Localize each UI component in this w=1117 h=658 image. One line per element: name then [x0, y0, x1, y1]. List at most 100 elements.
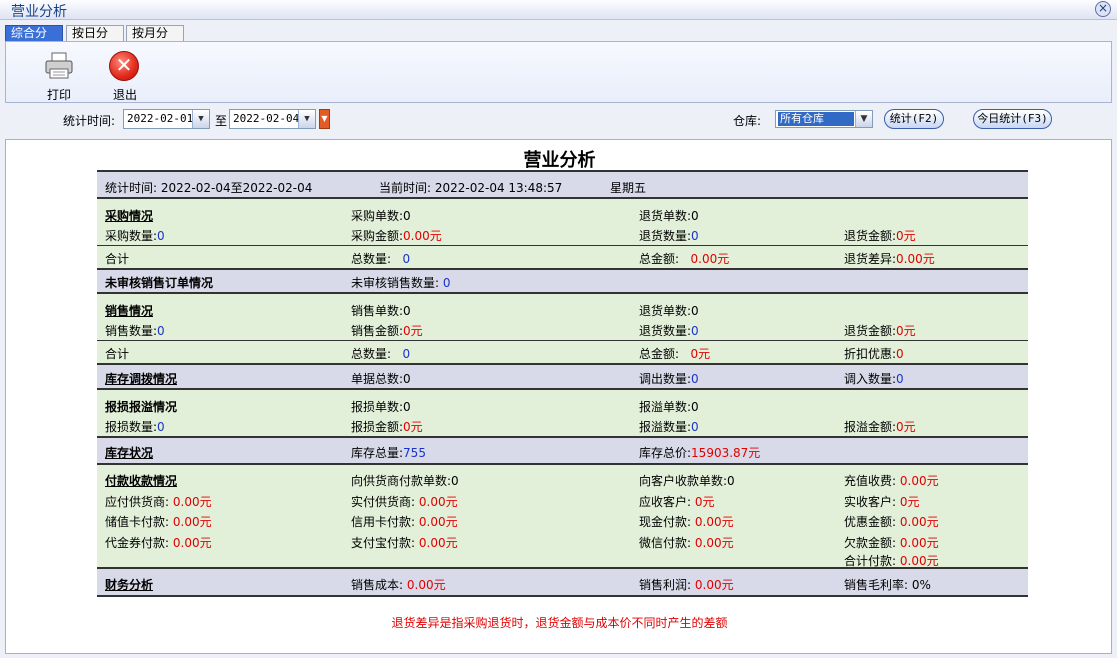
text: 0	[403, 304, 411, 318]
list-item: 退货金额:0元	[844, 322, 916, 339]
to-label: 至	[215, 114, 228, 128]
text: 应收客户:	[639, 495, 692, 509]
list-item: 销售毛利率: 0%	[844, 576, 931, 593]
text: 0元	[896, 324, 916, 338]
stock-section: 库存状况 库存总量:755 库存总价:15903.87元	[97, 438, 1028, 465]
close-icon[interactable]: ×	[1095, 1, 1111, 17]
text: 退货单数:	[639, 209, 692, 223]
date-to-picker[interactable]: 2022-02-04 ▼	[229, 109, 316, 129]
exit-icon: ✕	[109, 51, 139, 81]
text: 0元	[690, 347, 711, 361]
list-item: 采购单数:0	[351, 207, 411, 224]
text: 0.00元	[899, 474, 939, 488]
text: 0元	[896, 229, 916, 243]
date-extra-button[interactable]: ▼	[319, 109, 330, 129]
text: 总数量:	[351, 347, 392, 361]
tab-monthly[interactable]: 按月分析	[126, 25, 184, 55]
weekday-text: 星期五	[610, 181, 647, 195]
list-item: 退货单数:0	[639, 207, 699, 224]
print-button[interactable]: 打印	[34, 48, 84, 102]
exit-button[interactable]: ✕ 退出	[100, 48, 150, 102]
total-label: 合计	[105, 347, 130, 361]
list-item: 微信付款: 0.00元	[639, 534, 734, 551]
report-panel: 营业分析 统计时间: 2022-02-04至2022-02-04 当前时间: 2…	[5, 139, 1112, 654]
text: 0.00元	[172, 515, 212, 529]
text: 充值收费:	[844, 474, 897, 488]
tab-comprehensive[interactable]: 综合分析	[5, 25, 63, 55]
text: 0%	[911, 578, 931, 592]
list-item: 实付供货商: 0.00元	[351, 493, 458, 510]
list-item: 报损单数:0	[351, 398, 411, 415]
list-item: 销售成本: 0.00元	[351, 576, 446, 593]
text: 未审核销售数量:	[351, 276, 440, 290]
text: 0.00元	[690, 252, 730, 266]
tab-daily[interactable]: 按日分析	[66, 25, 124, 55]
text: 0.00元	[896, 252, 935, 266]
purchase-section: 采购情况 采购单数:0 退货单数:0 采购数量:0 采购金额:0.00元 退货数…	[97, 199, 1028, 246]
text: 退货数量:	[639, 324, 692, 338]
text: 0元	[403, 420, 423, 434]
list-item: 报溢单数:0	[639, 398, 699, 415]
text: 0元	[899, 495, 920, 509]
list-item: 调出数量:0	[639, 370, 699, 387]
text: 0.00元	[899, 554, 939, 568]
text: 欠款金额:	[844, 536, 897, 550]
list-item: 销售金额:0元	[351, 322, 423, 339]
list-item: 合计付款: 0.00元	[844, 552, 939, 569]
list-item: 储值卡付款: 0.00元	[105, 513, 212, 530]
text: 库存总价:	[639, 446, 692, 460]
warehouse-value: 所有仓库	[778, 112, 854, 126]
chevron-down-icon[interactable]: ▼	[298, 110, 315, 128]
text: 0	[451, 474, 459, 488]
text: 总数量:	[351, 252, 392, 266]
text: 优惠金额:	[844, 515, 897, 529]
list-item: 现金付款: 0.00元	[639, 513, 734, 530]
payment-section: 付款收款情况 向供货商付款单数:0 向客户收款单数:0 充值收费: 0.00元 …	[97, 465, 1028, 569]
list-item: 销售利润: 0.00元	[639, 576, 734, 593]
text: 15903.87元	[691, 446, 761, 460]
list-item: 报损金额:0元	[351, 418, 423, 435]
date-from-picker[interactable]: 2022-02-01 ▼	[123, 109, 210, 129]
list-item: 代金券付款: 0.00元	[105, 534, 212, 551]
section-title: 库存状况	[105, 446, 154, 460]
text: 0.00元	[694, 536, 734, 550]
total-label: 合计	[105, 252, 130, 266]
list-item: 退货金额:0元	[844, 227, 916, 244]
sales-section: 销售情况 销售单数:0 退货单数:0 销售数量:0 销售金额:0元 退货数量:0…	[97, 294, 1028, 341]
report-title: 营业分析	[523, 150, 596, 171]
list-item: 单据总数:0	[351, 370, 411, 387]
text: 0	[402, 347, 411, 361]
list-item: 支付宝付款: 0.00元	[351, 534, 458, 551]
chevron-down-icon[interactable]: ▼	[192, 110, 209, 128]
text: 向客户收款单数:	[639, 474, 728, 488]
list-item: 采购数量:0	[105, 227, 165, 244]
period-text: 统计时间: 2022-02-04至2022-02-04	[105, 181, 313, 195]
sales-total-row: 合计 总数量: 0 总金额: 0元 折扣优惠:0	[97, 341, 1028, 365]
section-title: 库存调拨情况	[105, 372, 178, 386]
text: 0.00元	[403, 229, 442, 243]
text: 0.00元	[172, 536, 212, 550]
footnote: 退货差异是指采购退货时，退货金额与成本价不同时产生的差额	[391, 616, 728, 630]
chevron-down-icon[interactable]: ▼	[855, 111, 872, 127]
text: 0	[691, 324, 699, 338]
window-title: 营业分析	[11, 4, 67, 20]
date-to-value: 2022-02-04	[233, 112, 300, 125]
text: 报溢金额:	[844, 420, 897, 434]
text: 755	[403, 446, 426, 460]
today-stat-button[interactable]: 今日统计(F3)	[973, 109, 1052, 129]
loss-section: 报损报溢情况 报损单数:0 报溢单数:0 报损数量:0 报损金额:0元 报溢数量…	[97, 390, 1028, 438]
section-title: 付款收款情况	[105, 474, 178, 488]
list-item: 向供货商付款单数:0	[351, 472, 459, 489]
list-item: 报溢数量:0	[639, 418, 699, 435]
section-title: 报损报溢情况	[105, 400, 178, 414]
text: 销售毛利率:	[844, 578, 909, 592]
stat-button[interactable]: 统计(F2)	[884, 109, 944, 129]
text: 折扣优惠:	[844, 347, 897, 361]
text: 0.00元	[899, 536, 939, 550]
text: 总金额:	[639, 347, 680, 361]
text: 报损数量:	[105, 420, 158, 434]
text: 总金额:	[639, 252, 680, 266]
transfer-section: 库存调拨情况 单据总数:0 调出数量:0 调入数量:0	[97, 365, 1028, 390]
finance-section: 财务分析 销售成本: 0.00元 销售利润: 0.00元 销售毛利率: 0%	[97, 569, 1028, 597]
warehouse-select[interactable]: 所有仓库 ▼	[775, 110, 873, 128]
